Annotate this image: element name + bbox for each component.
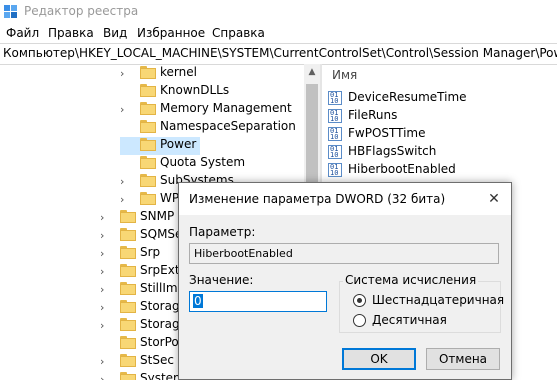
- close-icon[interactable]: ✕: [481, 188, 507, 210]
- menu-view[interactable]: Вид: [103, 26, 127, 40]
- chevron-right-icon[interactable]: ›: [100, 373, 104, 380]
- base-group-label: Система исчисления: [343, 273, 479, 287]
- tree-item-label: Power: [160, 137, 197, 151]
- reg-binary-value-icon: 01 10: [328, 127, 342, 141]
- chevron-right-icon[interactable]: ›: [100, 229, 104, 242]
- value-item-label: DeviceResumeTime: [348, 90, 467, 104]
- tree-item-label: NamespaceSeparation: [160, 119, 296, 133]
- menu-help[interactable]: Справка: [212, 26, 265, 40]
- dialog-title: Изменение параметра DWORD (32 бита): [189, 192, 446, 206]
- registry-editor-icon: [4, 5, 17, 18]
- value-data-input[interactable]: 0: [189, 291, 327, 312]
- tree-item[interactable]: KnownDLLs: [120, 83, 300, 101]
- tree-item-label: kernel: [160, 65, 197, 79]
- menu-bar: Файл Правка Вид Избранное Справка: [0, 24, 557, 43]
- folder-icon: [120, 246, 136, 259]
- folder-icon: [140, 174, 156, 187]
- folder-icon: [120, 336, 136, 349]
- tree-item-label: KnownDLLs: [160, 83, 230, 97]
- radio-hexadecimal[interactable]: [353, 294, 366, 307]
- column-header-name[interactable]: Имя: [332, 68, 357, 82]
- chevron-right-icon[interactable]: ›: [100, 301, 104, 314]
- chevron-right-icon[interactable]: ›: [120, 67, 124, 80]
- window-titlebar: Редактор реестра: [0, 0, 557, 24]
- chevron-right-icon[interactable]: ›: [100, 283, 104, 296]
- tree-item-label: SNMP: [140, 209, 175, 223]
- tree-item-selected[interactable]: Power: [120, 137, 200, 155]
- value-data-label: Значение:: [189, 273, 254, 287]
- folder-icon: [140, 102, 156, 115]
- parameter-label: Параметр:: [189, 225, 256, 239]
- chevron-right-icon[interactable]: ›: [100, 211, 104, 224]
- address-path[interactable]: Компьютер\HKEY_LOCAL_MACHINE\SYSTEM\Curr…: [3, 46, 557, 60]
- folder-icon: [140, 120, 156, 133]
- folder-icon: [120, 300, 136, 313]
- folder-icon: [120, 318, 136, 331]
- folder-icon: [140, 84, 156, 97]
- tree-item[interactable]: › kernel: [120, 65, 300, 83]
- folder-icon: [120, 282, 136, 295]
- ok-button[interactable]: OK: [342, 348, 416, 370]
- tree-item[interactable]: › Memory Management: [120, 101, 300, 119]
- edit-dword-dialog: Изменение параметра DWORD (32 бита) ✕ Па…: [178, 182, 512, 380]
- tree-item-label: Srp: [140, 245, 161, 259]
- menu-edit[interactable]: Правка: [48, 26, 94, 40]
- reg-binary-value-icon: 01 10: [328, 109, 342, 123]
- folder-icon: [120, 354, 136, 367]
- chevron-right-icon[interactable]: ›: [100, 265, 104, 278]
- folder-icon: [140, 156, 156, 169]
- chevron-right-icon[interactable]: ›: [100, 319, 104, 332]
- chevron-right-icon[interactable]: ›: [100, 247, 104, 260]
- cancel-button[interactable]: Отмена: [426, 348, 500, 370]
- folder-icon: [120, 264, 136, 277]
- tree-item[interactable]: Quota System: [120, 155, 300, 173]
- tree-item[interactable]: NamespaceSeparation: [120, 119, 300, 137]
- address-bar[interactable]: Компьютер\HKEY_LOCAL_MACHINE\SYSTEM\Curr…: [0, 43, 557, 65]
- reg-binary-value-icon: 01 10: [328, 145, 342, 159]
- tree-item-label: Quota System: [160, 155, 246, 169]
- chevron-right-icon[interactable]: ›: [100, 355, 104, 368]
- tree-item-label: Memory Management: [160, 101, 292, 115]
- folder-icon: [120, 210, 136, 223]
- chevron-right-icon[interactable]: ›: [120, 175, 124, 188]
- window-title: Редактор реестра: [24, 4, 139, 18]
- scroll-up-arrow-icon[interactable]: ▲: [304, 64, 320, 80]
- chevron-right-icon[interactable]: ›: [120, 193, 124, 206]
- folder-icon: [140, 138, 156, 151]
- menu-file[interactable]: Файл: [6, 26, 39, 40]
- value-item-label: FwPOSTTime: [348, 126, 426, 140]
- menu-favorites[interactable]: Избранное: [137, 26, 205, 40]
- folder-icon: [140, 66, 156, 79]
- value-item-label: HBFlagsSwitch: [348, 144, 437, 158]
- radio-decimal-label[interactable]: Десятичная: [372, 313, 447, 327]
- radio-hexadecimal-label[interactable]: Шестнадцатеричная: [372, 293, 504, 307]
- tree-item-label: StSec: [140, 353, 174, 367]
- reg-binary-value-icon: 01 10: [328, 163, 342, 177]
- reg-binary-value-icon: 01 10: [328, 91, 342, 105]
- parameter-name-field: HiberbootEnabled: [189, 243, 499, 264]
- value-data-text: 0: [193, 294, 203, 308]
- value-item-label: HiberbootEnabled: [348, 162, 456, 176]
- folder-icon: [140, 192, 156, 205]
- chevron-right-icon[interactable]: ›: [120, 103, 124, 116]
- radio-selected-dot: [357, 298, 362, 303]
- folder-icon: [120, 372, 136, 380]
- dialog-titlebar[interactable]: Изменение параметра DWORD (32 бита) ✕: [179, 183, 511, 215]
- radio-decimal[interactable]: [353, 314, 366, 327]
- folder-icon: [120, 228, 136, 241]
- value-item-label: FileRuns: [348, 108, 398, 122]
